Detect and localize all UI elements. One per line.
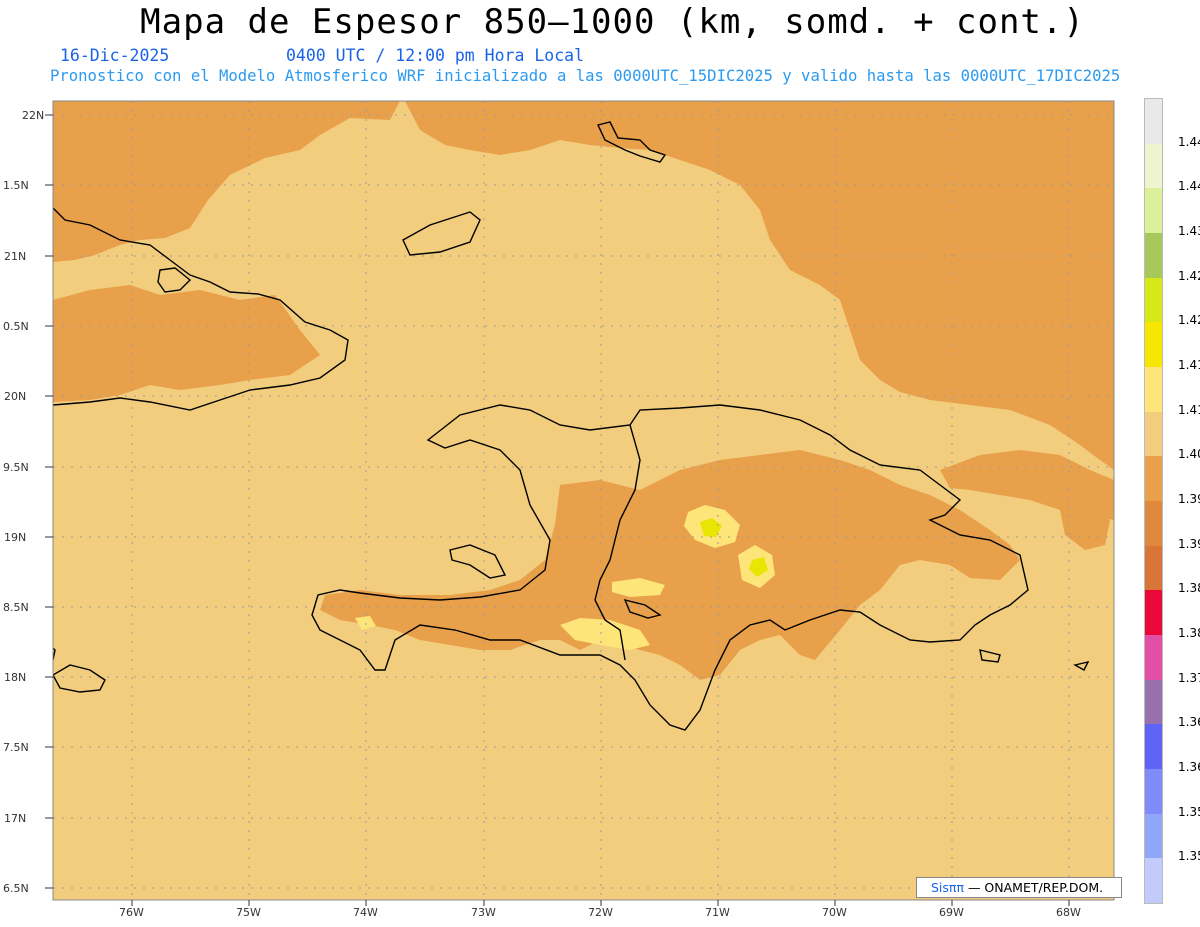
lat-label: 1.5N xyxy=(3,179,29,192)
lat-label: 20N xyxy=(4,390,26,403)
colorbar-level-label: 1.35 xyxy=(1178,849,1200,864)
lat-label: 0.5N xyxy=(3,320,29,333)
lat-label: 6.5N xyxy=(3,882,29,895)
colorbar-segment xyxy=(1145,456,1162,502)
lat-label: 8.5N xyxy=(3,601,29,614)
colorbar-segment xyxy=(1145,411,1162,457)
colorbar-segment xyxy=(1145,635,1162,681)
lon-ticks xyxy=(131,900,1070,906)
lat-label: 9.5N xyxy=(3,461,29,474)
colorbar-level-label: 1.434 xyxy=(1178,224,1200,238)
colorbar-segment xyxy=(1145,143,1162,189)
lat-label: 21N xyxy=(4,250,26,263)
colorbar-segment xyxy=(1145,813,1162,859)
lon-label: 72W xyxy=(588,906,613,919)
colorbar-level-label: 1.356 xyxy=(1178,804,1200,819)
colorbar-level-label: 1.41 xyxy=(1178,402,1200,417)
colorbar-segment xyxy=(1145,858,1162,904)
lat-axis: 22N 1.5N 21N 0.5N 20N 9.5N 19N 8.5N 18N … xyxy=(3,109,44,895)
colorbar-level-label: 1.422 xyxy=(1178,313,1200,328)
colorbar-segment xyxy=(1145,769,1162,815)
colorbar-segment xyxy=(1145,367,1162,413)
colorbar-segment xyxy=(1145,545,1162,591)
lat-label: 22N xyxy=(22,109,44,122)
coast-w-edge2 xyxy=(53,216,54,218)
colorbar-segment xyxy=(1145,590,1162,636)
colorbar-level-label: 1.392 xyxy=(1178,536,1200,551)
lon-axis: 76W 75W 74W 73W 72W 71W 70W 69W 68W xyxy=(119,906,1081,919)
colorbar-level-label: 1.404 xyxy=(1178,447,1200,462)
lon-label: 74W xyxy=(353,906,378,919)
colorbar-level-label: 1.446 xyxy=(1178,134,1200,149)
colorbar-level-label: 1.362 xyxy=(1178,760,1200,774)
colorbar-segment xyxy=(1145,679,1162,725)
colorbar xyxy=(1144,98,1163,904)
colorbar-level-label: 1.398 xyxy=(1178,492,1200,506)
thickness-map: 22N 1.5N 21N 0.5N 20N 9.5N 19N 8.5N 18N … xyxy=(3,100,1115,919)
lat-label: 17N xyxy=(4,812,26,825)
colorbar-segment xyxy=(1145,501,1162,547)
colorbar-level-label: 1.416 xyxy=(1178,358,1200,372)
colorbar-segment xyxy=(1145,188,1162,234)
colorbar-segment xyxy=(1145,233,1162,279)
colorbar-segment xyxy=(1145,99,1162,145)
colorbar-level-label: 1.44 xyxy=(1178,179,1200,194)
lon-label: 70W xyxy=(822,906,847,919)
lon-label: 76W xyxy=(119,906,144,919)
lat-ticks xyxy=(45,114,53,889)
credit-box: Sisππ — ONAMET/REP.DOM. xyxy=(916,877,1122,898)
lon-label: 71W xyxy=(705,906,730,919)
lon-label: 68W xyxy=(1056,906,1081,919)
lon-label: 69W xyxy=(939,906,964,919)
colorbar-segment xyxy=(1145,277,1162,323)
colorbar-level-label: 1.386 xyxy=(1178,581,1200,596)
colorbar-segment xyxy=(1145,724,1162,770)
colorbar-level-label: 1.428 xyxy=(1178,268,1200,283)
lon-label: 73W xyxy=(471,906,496,919)
colorbar-level-label: 1.368 xyxy=(1178,715,1200,730)
colorbar-segment xyxy=(1145,322,1162,368)
credit-org: — ONAMET/REP.DOM. xyxy=(963,880,1104,895)
lat-label: 18N xyxy=(4,671,26,684)
colorbar-level-label: 1.38 xyxy=(1178,626,1200,640)
colorbar-level-label: 1.374 xyxy=(1178,670,1200,685)
coast-w-edge xyxy=(53,647,56,661)
credit-brand: Sisππ xyxy=(931,880,964,895)
lat-label: 7.5N xyxy=(3,741,29,754)
lon-label: 75W xyxy=(236,906,261,919)
lat-label: 19N xyxy=(4,531,26,544)
